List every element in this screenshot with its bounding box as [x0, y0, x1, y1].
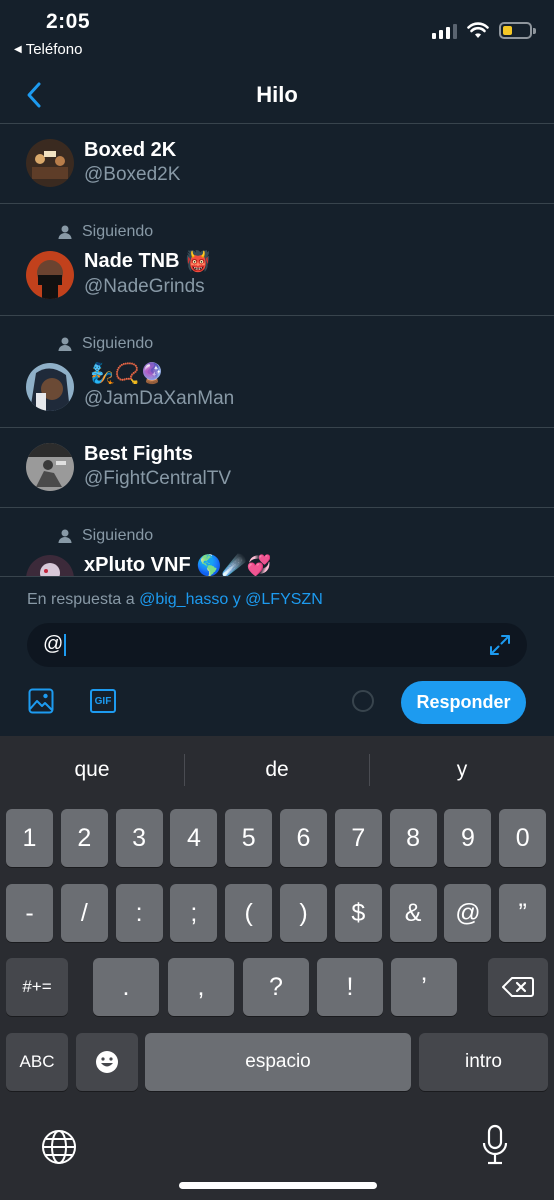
key-0[interactable]: 0	[499, 809, 547, 867]
user-handle: @FightCentralTV	[84, 468, 232, 489]
gif-button[interactable]: GIF	[90, 689, 116, 713]
key-symbol-8[interactable]: &	[389, 884, 437, 942]
avatar[interactable]	[26, 555, 74, 576]
reply-button[interactable]: Responder	[401, 681, 526, 724]
user-handle: @JamDaXanMan	[84, 388, 235, 409]
user-row-nadegrinds[interactable]: Siguiendo Nade TNB 👹 @NadeGrinds	[0, 204, 554, 316]
delete-key[interactable]	[488, 958, 548, 1016]
expand-icon[interactable]	[489, 634, 511, 656]
mention-link-2[interactable]: @LFYSZN	[245, 591, 323, 608]
person-icon	[58, 225, 72, 239]
key-symbol-5[interactable]: (	[225, 884, 273, 942]
return-key[interactable]: intro	[419, 1033, 548, 1091]
key-symbol-9[interactable]: @	[444, 884, 492, 942]
image-icon[interactable]	[28, 688, 54, 714]
user-row-xpluto[interactable]: Siguiendo xPluto VNF 🌎☄️💞	[0, 508, 554, 576]
battery-icon	[499, 22, 536, 39]
mention-link-1[interactable]: @big_hasso	[139, 591, 228, 608]
key-symbol-4[interactable]: ;	[170, 884, 218, 942]
key-punct-5[interactable]: ’	[391, 958, 457, 1016]
back-app-label: Teléfono	[25, 41, 83, 58]
key-5[interactable]: 5	[225, 809, 273, 867]
wifi-icon	[467, 22, 489, 38]
following-indicator: Siguiendo	[58, 527, 153, 545]
key-1[interactable]: 1	[6, 809, 53, 867]
following-indicator: Siguiendo	[58, 335, 153, 353]
user-row-boxed2k[interactable]: Boxed 2K @Boxed2K	[0, 124, 554, 204]
suggestion-3[interactable]: y	[370, 758, 554, 782]
key-2[interactable]: 2	[60, 809, 108, 867]
backspace-icon	[502, 977, 534, 997]
key-symbol-7[interactable]: $	[334, 884, 382, 942]
following-label: Siguiendo	[82, 527, 154, 544]
key-symbol-10[interactable]: ”	[499, 884, 547, 942]
key-4[interactable]: 4	[170, 809, 218, 867]
suggestion-2[interactable]: de	[185, 758, 369, 782]
name-emoji: 🧞📿🔮	[90, 363, 165, 385]
following-label: Siguiendo	[82, 223, 154, 240]
text-caret	[64, 633, 67, 656]
user-display-name: Best Fights	[84, 443, 193, 465]
status-bar: 2:05 ◀ Teléfono	[0, 0, 554, 66]
user-handle: @NadeGrinds	[84, 276, 205, 297]
replying-to-line: En respuesta a @big_hasso y @LFYSZN	[27, 591, 323, 608]
key-symbol-1[interactable]: -	[6, 884, 53, 942]
user-row-fightcentraltv[interactable]: Best Fights @FightCentralTV	[0, 428, 554, 508]
person-icon	[58, 337, 72, 351]
following-indicator: Siguiendo	[58, 223, 153, 241]
reply-composer: En respuesta a @big_hasso y @LFYSZN @ GI…	[0, 576, 554, 736]
page-title: Hilo	[256, 82, 298, 107]
user-display-name: xPluto VNF 🌎☄️💞	[84, 554, 272, 576]
key-punct-1[interactable]: .	[93, 958, 159, 1016]
back-to-app-link[interactable]: ◀ Teléfono	[14, 41, 82, 58]
character-count-ring	[352, 690, 374, 712]
emoji-icon	[96, 1051, 118, 1073]
person-icon	[58, 529, 72, 543]
microphone-icon[interactable]	[481, 1124, 509, 1166]
key-6[interactable]: 6	[280, 809, 327, 867]
key-punct-3[interactable]: ?	[243, 958, 309, 1016]
status-indicators	[432, 22, 536, 39]
suggestion-1[interactable]: que	[0, 758, 184, 782]
user-display-name: Nade TNB 👹	[84, 250, 211, 273]
key-punct-4[interactable]: !	[317, 958, 383, 1016]
emoji-key[interactable]	[76, 1033, 138, 1091]
avatar[interactable]	[26, 443, 74, 491]
globe-icon[interactable]	[40, 1128, 78, 1166]
key-3[interactable]: 3	[115, 809, 163, 867]
user-row-jamdaxanman[interactable]: Siguiendo 🧞📿🔮 @JamDaXanMan	[0, 316, 554, 428]
user-display-name: Boxed 2K	[84, 139, 177, 161]
key-symbol-2[interactable]: /	[60, 884, 108, 942]
status-time: 2:05	[46, 10, 91, 33]
user-handle: @Boxed2K	[84, 164, 181, 185]
key-symbol-3[interactable]: :	[115, 884, 163, 942]
symbols-toggle-key[interactable]: #+=	[6, 958, 68, 1016]
abc-key[interactable]: ABC	[6, 1033, 68, 1091]
avatar[interactable]	[26, 251, 74, 299]
cellular-signal-icon	[432, 23, 457, 39]
key-8[interactable]: 8	[389, 809, 437, 867]
following-label: Siguiendo	[82, 335, 154, 352]
reply-connector: y	[228, 591, 246, 608]
reply-input-value: @	[43, 633, 67, 656]
nav-bar: Hilo	[0, 66, 554, 124]
name-emoji: 🌎☄️💞	[196, 555, 272, 576]
user-list: Boxed 2K @Boxed2K Siguiendo Nade TNB 👹 @…	[0, 124, 554, 576]
avatar[interactable]	[26, 139, 74, 187]
key-punct-2[interactable]: ,	[168, 958, 234, 1016]
reply-input[interactable]: @	[27, 623, 527, 667]
back-triangle-icon: ◀	[14, 44, 22, 55]
user-display-name: 🧞📿🔮	[84, 361, 165, 386]
key-9[interactable]: 9	[444, 809, 492, 867]
key-7[interactable]: 7	[334, 809, 382, 867]
avatar[interactable]	[26, 363, 74, 411]
space-key[interactable]: espacio	[145, 1033, 411, 1091]
key-symbol-6[interactable]: )	[280, 884, 327, 942]
keyboard-suggestions: que de y	[0, 736, 554, 804]
home-indicator[interactable]	[179, 1182, 377, 1189]
name-emoji: 👹	[185, 251, 211, 273]
